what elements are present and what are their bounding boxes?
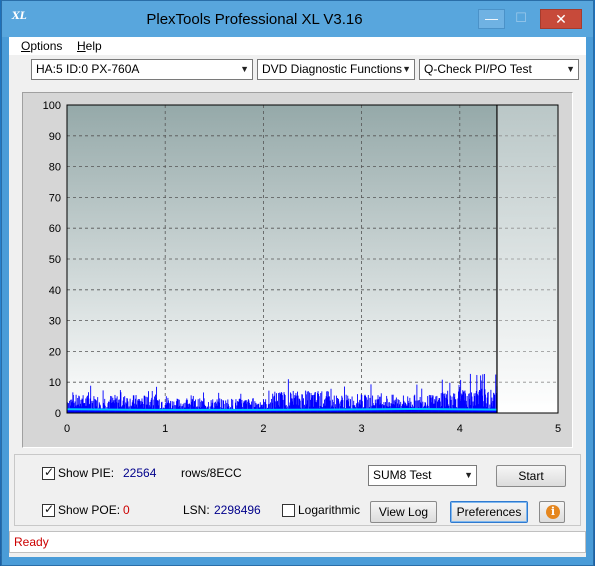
poe-value: 0 [123, 503, 130, 517]
y-tick-label: 80 [49, 162, 61, 174]
pie-bar [287, 379, 289, 413]
results-panel: Show PIE: 22564 rows/8ECC SUM8 Test ▼ St… [14, 454, 581, 526]
chart-panel: 0 10 20 30 40 50 60 70 80 90 100 0 1 2 3 4 5 [22, 92, 573, 448]
y-tick-label: 0 [55, 408, 61, 420]
app-window: XL PlexTools Professional XL V3.16 — ☐ ✕… [1, 0, 594, 566]
y-tick-label: 90 [49, 131, 61, 143]
x-tick-label: 2 [260, 423, 266, 435]
test-select[interactable]: Q-Check PI/PO Test ▼ [419, 59, 579, 80]
menu-help[interactable]: Help [77, 39, 102, 53]
minimize-button[interactable]: — [478, 9, 505, 29]
show-poe-label: Show POE: [58, 503, 121, 517]
start-button[interactable]: Start [496, 465, 566, 487]
function-select[interactable]: DVD Diagnostic Functions ▼ [257, 59, 415, 80]
average-line [66, 407, 498, 411]
y-tick-label: 60 [49, 223, 61, 235]
function-select-value: DVD Diagnostic Functions [262, 62, 403, 76]
y-tick-label: 10 [49, 377, 61, 389]
chevron-down-icon: ▼ [566, 64, 575, 74]
chevron-down-icon: ▼ [402, 64, 411, 74]
menu-bar: Options Help [9, 37, 586, 55]
logarithmic-label: Logarithmic [298, 503, 361, 517]
test-mode-select[interactable]: SUM8 Test ▼ [368, 465, 477, 486]
show-pie-checkbox[interactable] [42, 465, 55, 480]
x-tick-label: 0 [64, 423, 70, 435]
unused-region [497, 105, 558, 413]
chevron-down-icon: ▼ [464, 470, 473, 480]
x-tick-label: 3 [359, 423, 365, 435]
status-text: Ready [14, 535, 49, 549]
y-tick-label: 50 [49, 254, 61, 266]
window-title: PlexTools Professional XL V3.16 [146, 11, 363, 28]
test-mode-value: SUM8 Test [373, 468, 432, 482]
drive-select[interactable]: HA:5 ID:0 PX-760A ▼ [31, 59, 253, 80]
x-tick-label: 5 [555, 423, 561, 435]
chevron-down-icon: ▼ [240, 64, 249, 74]
pi-po-chart: 0 10 20 30 40 50 60 70 80 90 100 0 1 2 3 4 5 [43, 100, 561, 435]
menu-options[interactable]: Options [21, 39, 62, 53]
client-area: Options Help HA:5 ID:0 PX-760A ▼ DVD Dia… [9, 37, 586, 557]
y-tick-label: 100 [43, 100, 61, 112]
preferences-button[interactable]: Preferences [450, 501, 528, 523]
show-poe-checkbox[interactable] [42, 502, 55, 517]
y-tick-label: 40 [49, 285, 61, 297]
x-tick-label: 4 [457, 423, 463, 435]
view-log-button[interactable]: View Log [370, 501, 437, 523]
info-button[interactable]: i [539, 501, 565, 523]
title-bar[interactable]: XL PlexTools Professional XL V3.16 — ☐ ✕ [2, 1, 593, 37]
logarithmic-checkbox[interactable] [282, 504, 295, 517]
status-bar: Ready [9, 531, 586, 553]
close-button[interactable]: ✕ [540, 9, 582, 29]
lsn-value: 2298496 [214, 503, 261, 517]
lsn-label: LSN: [183, 503, 210, 517]
pie-value: 22564 [123, 466, 157, 480]
pie-unit: rows/8ECC [181, 466, 242, 480]
y-tick-label: 20 [49, 346, 61, 358]
test-select-value: Q-Check PI/PO Test [424, 62, 532, 76]
maximize-button[interactable]: ☐ [508, 9, 534, 29]
y-tick-label: 30 [49, 316, 61, 328]
show-pie-label: Show PIE: [58, 466, 115, 480]
x-tick-label: 1 [162, 423, 168, 435]
info-icon: i [546, 505, 560, 519]
drive-select-value: HA:5 ID:0 PX-760A [36, 62, 140, 76]
y-tick-label: 70 [49, 192, 61, 204]
